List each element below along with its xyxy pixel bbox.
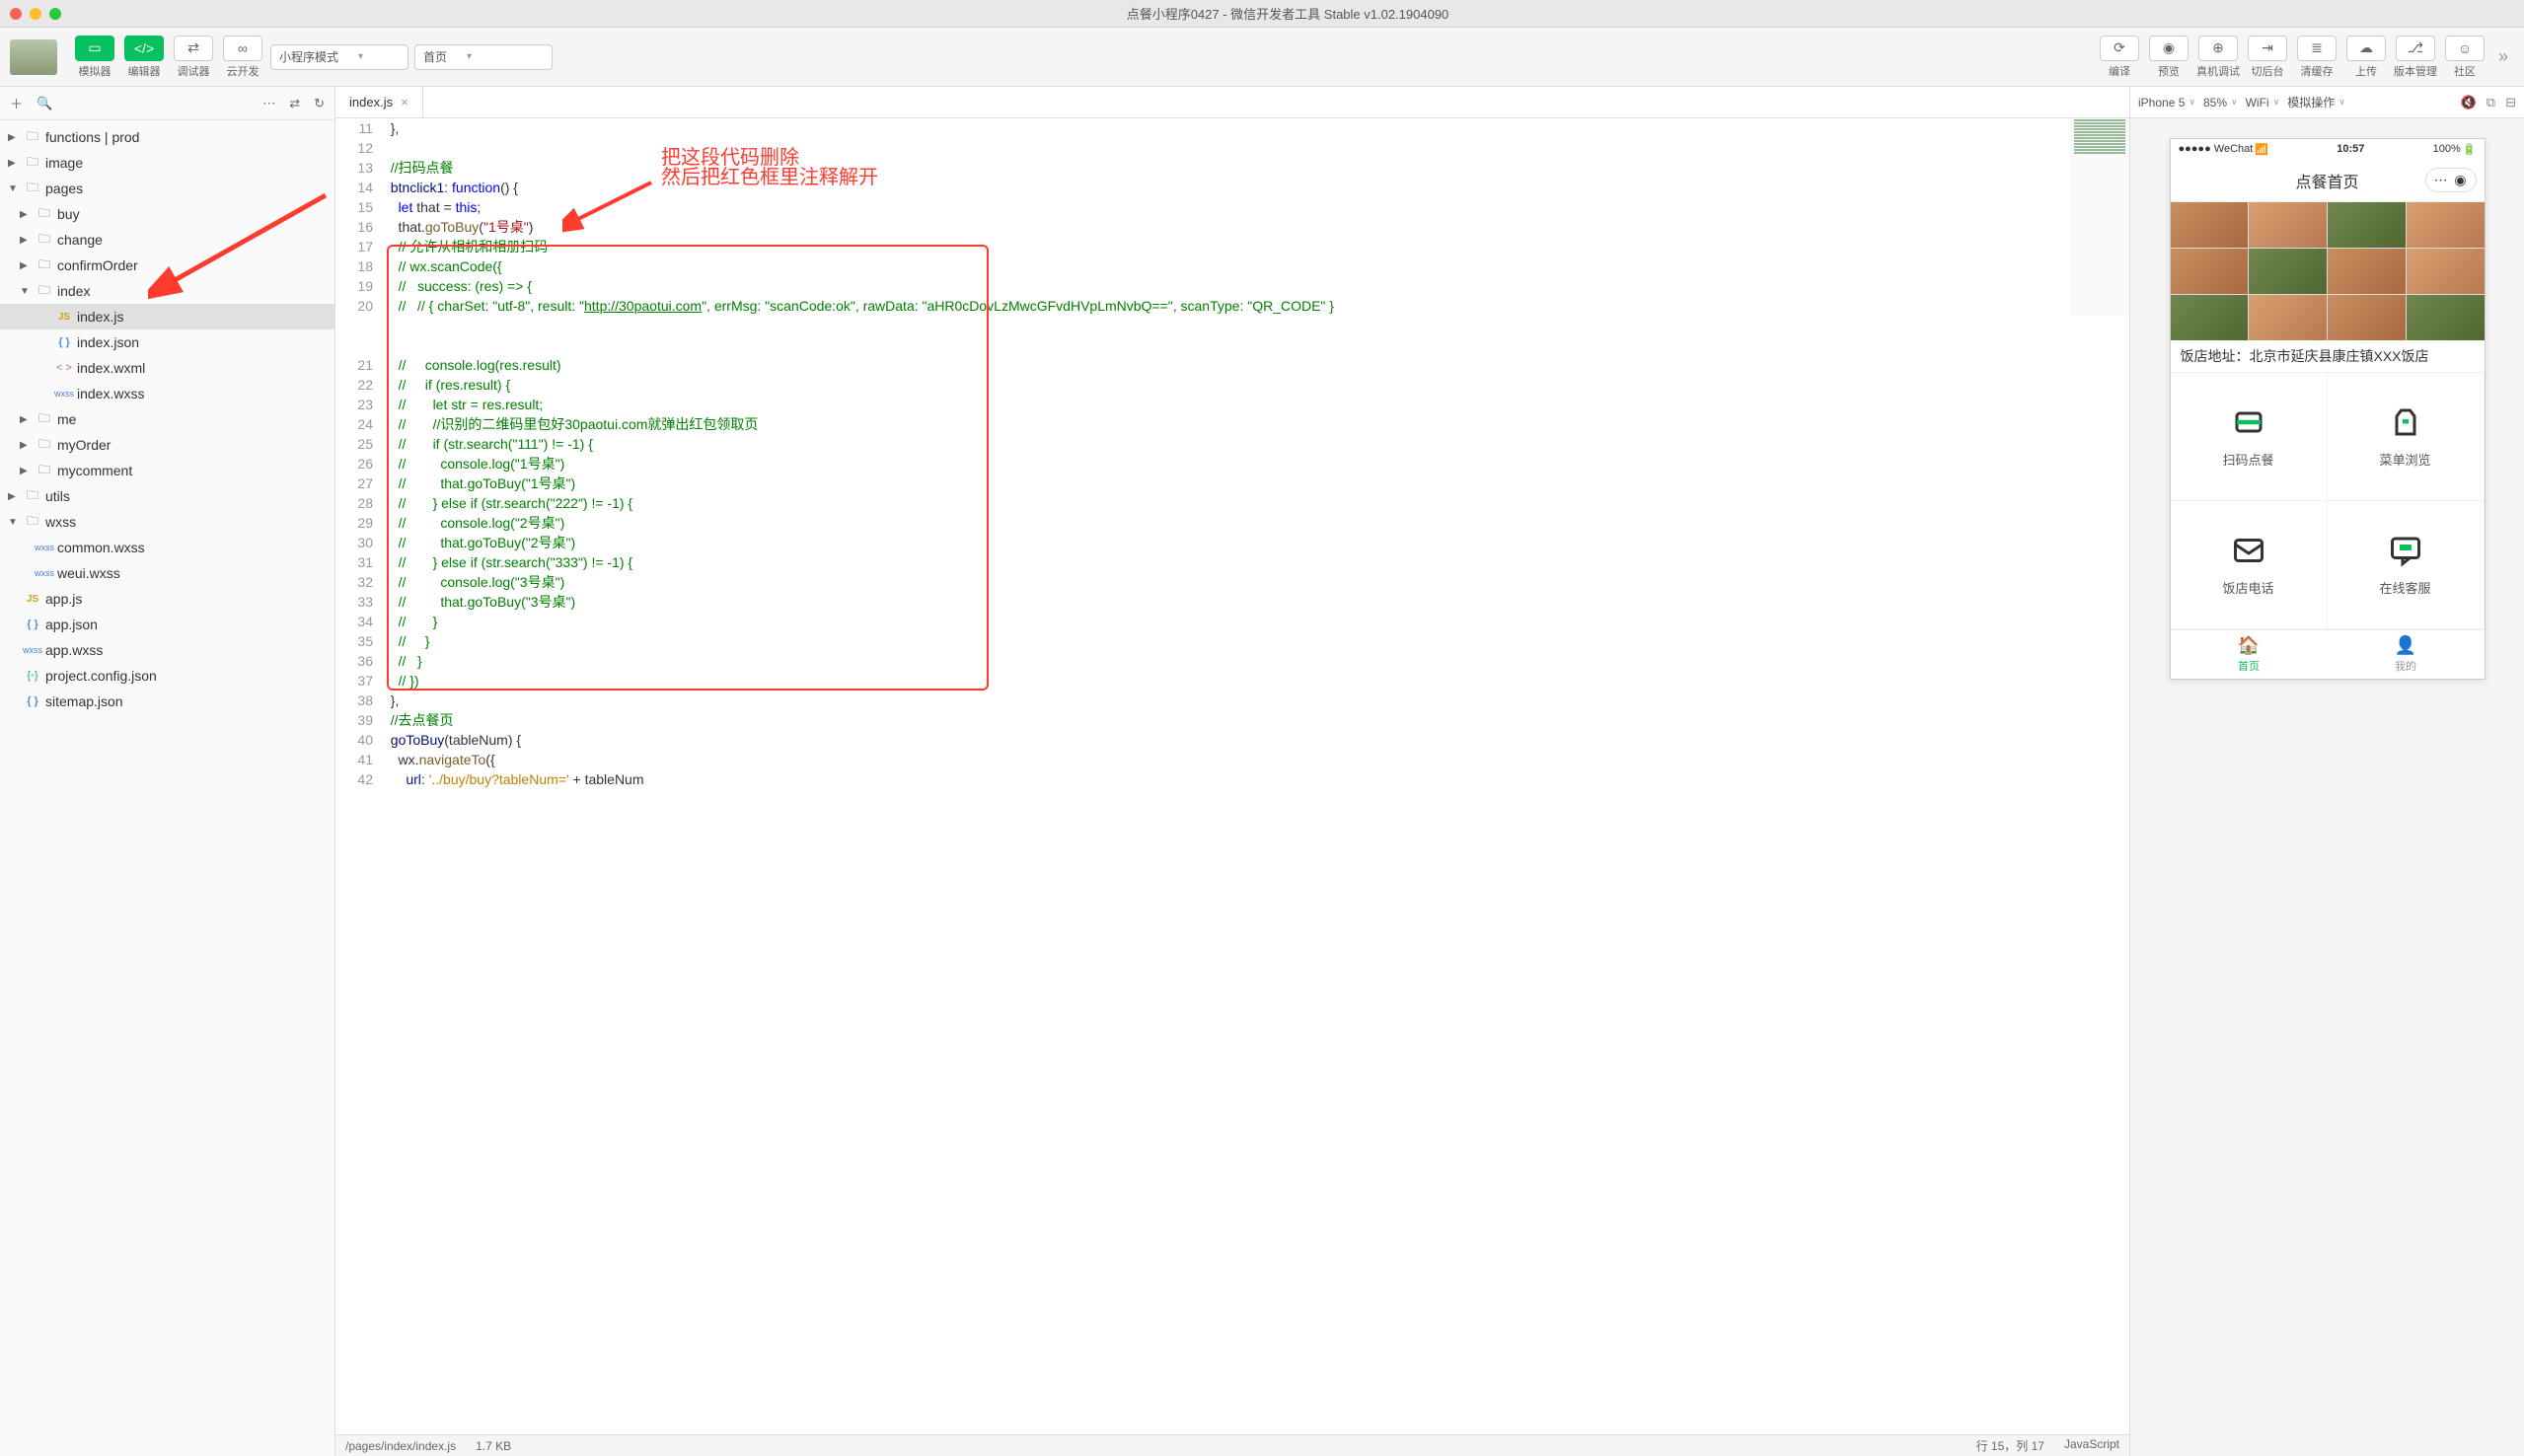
window-title: 点餐小程序0427 - 微信开发者工具 Stable v1.02.1904090 [61, 4, 2514, 23]
editor-button[interactable]: </>编辑器 [122, 36, 166, 79]
debugger-button[interactable]: ⇄调试器 [172, 36, 215, 79]
tree-item-me[interactable]: ▶🗀me [0, 406, 334, 432]
capsule-button[interactable]: ⋯◉ [2425, 168, 2477, 192]
code-area[interactable]: 1112131415161718192021222324252627282930… [335, 118, 2129, 1434]
menu-browse-button[interactable]: 菜单浏览 [2328, 373, 2485, 501]
tree-item-confirmorder[interactable]: ▶🗀confirmOrder [0, 253, 334, 278]
status-position: 行 15，列 17 [1976, 1437, 2044, 1454]
tree-item-change[interactable]: ▶🗀change [0, 227, 334, 253]
close-icon[interactable]: × [401, 95, 408, 109]
tree-item-weui-wxss[interactable]: wxssweui.wxss [0, 560, 334, 586]
status-language: JavaScript [2064, 1437, 2119, 1454]
tree-item-index-wxss[interactable]: wxssindex.wxss [0, 381, 334, 406]
tree-item-app-js[interactable]: JSapp.js [0, 586, 334, 612]
page-select[interactable]: 首页▾ [414, 44, 553, 70]
chevron-down-icon: ▾ [358, 51, 363, 62]
cloud-button[interactable]: ∞云开发 [221, 36, 264, 79]
line-gutter: 1112131415161718192021222324252627282930… [335, 118, 383, 1434]
maximize-icon[interactable] [49, 8, 61, 20]
tree-item-project-config-json[interactable]: {◦}project.config.json [0, 663, 334, 689]
more-icon[interactable]: » [2492, 46, 2514, 67]
version-button[interactable]: ⎇版本管理 [2394, 36, 2437, 79]
clear-cache-button[interactable]: ≣清缓存 [2295, 36, 2338, 79]
simulator-panel: iPhone 5∨ 85%∨ WiFi∨ 模拟操作∨ 🔇 ⧉ ⊟ ●●●●● W… [2129, 87, 2524, 1456]
code-editor: index.js × 11121314151617181920212223242… [335, 87, 2129, 1456]
mode-select[interactable]: 小程序模式▾ [270, 44, 408, 70]
file-explorer: ＋ 🔍 ⋯ ⇄ ↻ ▶🗀functions | prod▶🗀image▼🗀pag… [0, 87, 335, 1456]
background-button[interactable]: ⇥切后台 [2246, 36, 2289, 79]
more-icon[interactable]: ⋯ [262, 96, 275, 111]
project-thumbnail[interactable] [10, 39, 57, 75]
file-tree: ▶🗀functions | prod▶🗀image▼🗀pages▶🗀buy▶🗀c… [0, 120, 334, 1456]
page-title: 点餐首页 [2295, 169, 2358, 192]
close-icon[interactable]: ⊟ [2505, 95, 2516, 110]
collapse-icon[interactable]: ⇄ [289, 96, 300, 111]
minimize-icon[interactable] [30, 8, 41, 20]
explorer-toolbar: ＋ 🔍 ⋯ ⇄ ↻ [0, 87, 334, 120]
code-content[interactable]: }, //扫码点餐 btnclick1: function() { let th… [383, 118, 2129, 1434]
phone-navbar: 点餐首页 ⋯◉ [2171, 159, 2485, 202]
tree-item-wxss[interactable]: ▼🗀wxss [0, 509, 334, 535]
titlebar: 点餐小程序0427 - 微信开发者工具 Stable v1.02.1904090 [0, 0, 2524, 28]
refresh-icon[interactable]: ↻ [314, 96, 325, 111]
scan-order-button[interactable]: 扫码点餐 [2171, 373, 2328, 501]
tab-index-js[interactable]: index.js × [335, 87, 423, 117]
address-text: 饭店地址：北京市延庆县康庄镇XXX饭店 [2171, 340, 2485, 373]
minimap[interactable] [2070, 118, 2129, 316]
tree-item-sitemap-json[interactable]: { }sitemap.json [0, 689, 334, 714]
tree-item-index-js[interactable]: JSindex.js [0, 304, 334, 329]
tree-item-common-wxss[interactable]: wxsscommon.wxss [0, 535, 334, 560]
status-size: 1.7 KB [476, 1439, 511, 1453]
phone-statusbar: ●●●●● WeChat📶 10:57 100%🔋 [2171, 139, 2485, 159]
status-bar: /pages/index/index.js 1.7 KB 行 15，列 17 J… [335, 1434, 2129, 1456]
tree-item-app-json[interactable]: { }app.json [0, 612, 334, 637]
window-controls [10, 8, 61, 20]
search-icon[interactable]: 🔍 [37, 96, 52, 111]
close-icon[interactable] [10, 8, 22, 20]
tab-home[interactable]: 🏠首页 [2171, 630, 2328, 679]
device-select[interactable]: iPhone 5∨ [2138, 96, 2195, 109]
editor-tabs: index.js × [335, 87, 2129, 118]
service-button[interactable]: 在线客服 [2328, 501, 2485, 629]
zoom-select[interactable]: 85%∨ [2203, 96, 2238, 109]
upload-button[interactable]: ☁上传 [2344, 36, 2388, 79]
mute-icon[interactable]: 🔇 [2461, 95, 2477, 110]
phone-tabbar: 🏠首页 👤我的 [2171, 629, 2485, 679]
tree-item-functions---prod[interactable]: ▶🗀functions | prod [0, 124, 334, 150]
network-select[interactable]: WiFi∨ [2246, 96, 2280, 109]
tree-item-app-wxss[interactable]: wxssapp.wxss [0, 637, 334, 663]
tree-item-index-wxml[interactable]: < >index.wxml [0, 355, 334, 381]
tab-mine[interactable]: 👤我的 [2328, 630, 2485, 679]
toolbar: ▭模拟器 </>编辑器 ⇄调试器 ∞云开发 小程序模式▾ 首页▾ ⟳编译 ◉预览… [0, 28, 2524, 87]
tree-item-pages[interactable]: ▼🗀pages [0, 176, 334, 201]
compile-button[interactable]: ⟳编译 [2098, 36, 2141, 79]
tree-item-index-json[interactable]: { }index.json [0, 329, 334, 355]
tree-item-buy[interactable]: ▶🗀buy [0, 201, 334, 227]
simulator-button[interactable]: ▭模拟器 [73, 36, 116, 79]
detach-icon[interactable]: ⧉ [2487, 95, 2495, 110]
feature-grid: 扫码点餐 菜单浏览 饭店电话 在线客服 [2171, 373, 2485, 629]
phone-button[interactable]: 饭店电话 [2171, 501, 2328, 629]
tree-item-myorder[interactable]: ▶🗀myOrder [0, 432, 334, 458]
phone-simulator[interactable]: ●●●●● WeChat📶 10:57 100%🔋 点餐首页 ⋯◉ 饭店地址：北… [2170, 138, 2486, 680]
status-path: /pages/index/index.js [345, 1439, 456, 1453]
chevron-down-icon: ▾ [467, 51, 472, 62]
tree-item-image[interactable]: ▶🗀image [0, 150, 334, 176]
remote-debug-button[interactable]: ⊕真机调试 [2196, 36, 2240, 79]
tree-item-index[interactable]: ▼🗀index [0, 278, 334, 304]
community-button[interactable]: ☺社区 [2443, 36, 2487, 79]
simulator-toolbar: iPhone 5∨ 85%∨ WiFi∨ 模拟操作∨ 🔇 ⧉ ⊟ [2130, 87, 2524, 118]
food-banner [2171, 202, 2485, 340]
add-icon[interactable]: ＋ [10, 94, 23, 112]
action-select[interactable]: 模拟操作∨ [2287, 94, 2345, 110]
preview-button[interactable]: ◉预览 [2147, 36, 2190, 79]
tree-item-mycomment[interactable]: ▶🗀mycomment [0, 458, 334, 483]
tree-item-utils[interactable]: ▶🗀utils [0, 483, 334, 509]
